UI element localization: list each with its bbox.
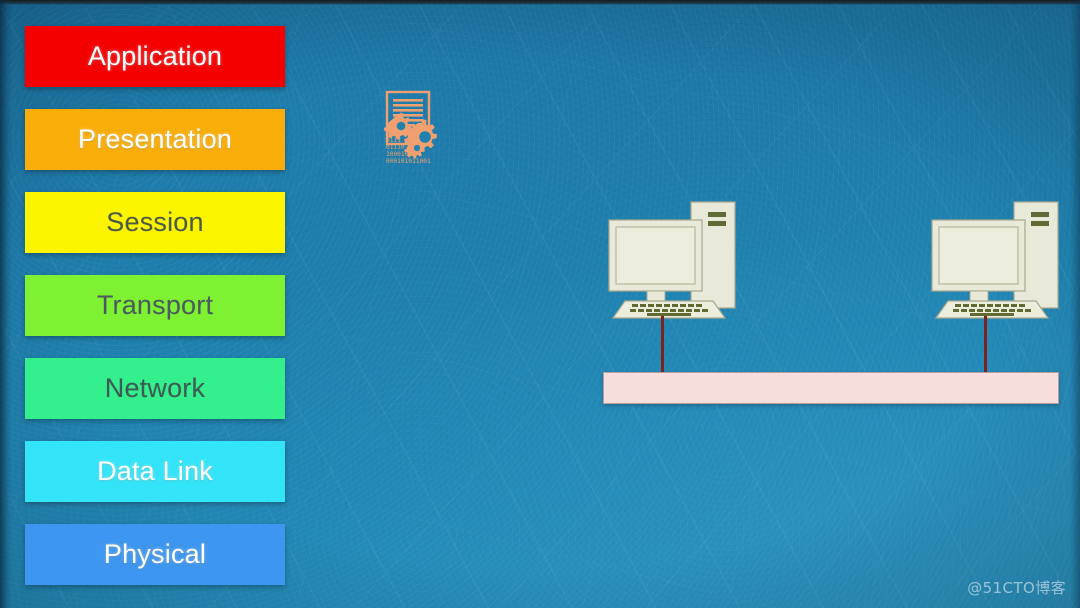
- slide-canvas: Application Presentation Session Transpo…: [0, 0, 1080, 608]
- osi-layer-label: Presentation: [78, 124, 232, 154]
- osi-layer-network[interactable]: Network: [25, 358, 285, 419]
- document-gears-binary-icon-svg: 01 0111 01110 1000100 000101011001: [383, 90, 437, 165]
- svg-text:1000100: 1000100: [386, 151, 412, 158]
- osi-layer-transport[interactable]: Transport: [25, 275, 285, 336]
- osi-layer-label: Network: [104, 373, 206, 403]
- right-edge-shadow: [1070, 0, 1080, 608]
- svg-text:000101011001: 000101011001: [386, 158, 431, 165]
- document-gears-binary-icon: 01 0111 01110 1000100 000101011001: [383, 90, 440, 170]
- osi-layer-presentation[interactable]: Presentation: [25, 109, 285, 170]
- osi-layer-data-link[interactable]: Data Link: [25, 441, 285, 502]
- svg-text:01110: 01110: [386, 144, 405, 151]
- osi-layer-label: Transport: [96, 290, 214, 320]
- osi-layer-application[interactable]: Application: [25, 26, 285, 87]
- left-edge-shadow: [0, 0, 12, 608]
- top-edge-shadow: [0, 0, 1080, 5]
- osi-layer-label: Data Link: [97, 456, 213, 486]
- osi-layer-physical[interactable]: Physical: [25, 524, 285, 585]
- osi-layer-label: Session: [106, 207, 204, 237]
- osi-layer-stack: Application Presentation Session Transpo…: [25, 26, 285, 607]
- svg-text:01: 01: [386, 130, 394, 137]
- osi-layer-label: Physical: [103, 539, 207, 569]
- svg-text:0111: 0111: [386, 137, 401, 144]
- osi-layer-label: Application: [87, 41, 223, 71]
- osi-layer-session[interactable]: Session: [25, 192, 285, 253]
- watermark-label: @51CTO博客: [967, 579, 1066, 597]
